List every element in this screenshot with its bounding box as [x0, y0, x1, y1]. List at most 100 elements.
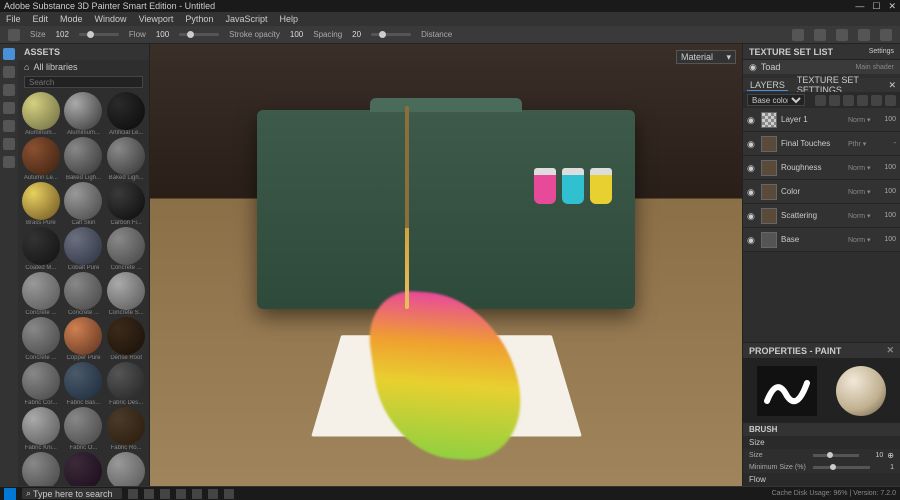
- settings-button[interactable]: Settings: [869, 48, 894, 55]
- layer-visibility-icon[interactable]: ◉: [747, 163, 757, 173]
- taskbar-search[interactable]: ⌕ Type here to search: [22, 488, 122, 499]
- material-item[interactable]: Concrete ...: [20, 317, 62, 361]
- stroke-opacity-value[interactable]: 100: [290, 30, 303, 39]
- material-item[interactable]: Carbon Fi...: [105, 182, 147, 226]
- menu-python[interactable]: Python: [185, 14, 213, 24]
- material-item[interactable]: Copper Pure: [63, 317, 105, 361]
- menu-mode[interactable]: Mode: [60, 14, 83, 24]
- material-item[interactable]: Autumn Le...: [20, 137, 62, 181]
- layer-blend-mode[interactable]: Norm ▾: [848, 188, 874, 196]
- layer-visibility-icon[interactable]: ◉: [747, 187, 757, 197]
- flow-value[interactable]: 100: [156, 30, 169, 39]
- material-item[interactable]: Fabric Sati...: [63, 452, 105, 486]
- layer-visibility-icon[interactable]: ◉: [747, 211, 757, 221]
- material-item[interactable]: Concrete ...: [20, 272, 62, 316]
- menu-window[interactable]: Window: [95, 14, 127, 24]
- layer-opacity[interactable]: -: [878, 140, 896, 147]
- windows-start-icon[interactable]: [4, 488, 16, 500]
- menu-edit[interactable]: Edit: [33, 14, 49, 24]
- layer-visibility-icon[interactable]: ◉: [747, 139, 757, 149]
- layer-blend-mode[interactable]: Pthr ▾: [848, 140, 874, 148]
- layer-row[interactable]: ◉ Scattering Norm ▾ 100: [743, 204, 900, 228]
- add-effect-icon[interactable]: [815, 95, 826, 106]
- layer-opacity[interactable]: 100: [878, 188, 896, 195]
- layer-row[interactable]: ◉ Color Norm ▾ 100: [743, 180, 900, 204]
- brush-size-slider[interactable]: [813, 454, 859, 457]
- clone-tool-icon[interactable]: [3, 138, 15, 150]
- size-value[interactable]: 102: [56, 30, 69, 39]
- menu-file[interactable]: File: [6, 14, 21, 24]
- eraser-tool-icon[interactable]: [3, 66, 15, 78]
- layer-name[interactable]: Roughness: [781, 163, 844, 172]
- menu-viewport[interactable]: Viewport: [139, 14, 174, 24]
- tab-layers[interactable]: LAYERS: [747, 80, 788, 91]
- flow-slider[interactable]: [179, 33, 219, 36]
- material-item[interactable]: Coated M...: [20, 227, 62, 271]
- spacing-slider[interactable]: [371, 33, 411, 36]
- material-item[interactable]: Calf Skin: [63, 182, 105, 226]
- material-item[interactable]: Fabric Kni...: [20, 407, 62, 451]
- taskbar-app-icon[interactable]: [176, 489, 186, 499]
- material-item[interactable]: Brass Pure: [20, 182, 62, 226]
- layer-visibility-icon[interactable]: ◉: [747, 235, 757, 245]
- add-layer-icon[interactable]: [843, 95, 854, 106]
- layer-row[interactable]: ◉ Layer 1 Norm ▾ 100: [743, 108, 900, 132]
- view-mode-icon[interactable]: [836, 29, 848, 41]
- symmetry-icon[interactable]: [792, 29, 804, 41]
- polygon-fill-icon[interactable]: [3, 102, 15, 114]
- close-icon[interactable]: ✕: [888, 1, 896, 12]
- pause-icon[interactable]: [814, 29, 826, 41]
- add-mask-icon[interactable]: [829, 95, 840, 106]
- taskbar-app-icon[interactable]: [208, 489, 218, 499]
- add-folder-icon[interactable]: [871, 95, 882, 106]
- material-item[interactable]: Concrete S...: [105, 272, 147, 316]
- link-icon[interactable]: ⊕: [887, 451, 894, 460]
- material-item[interactable]: Fabric Des...: [105, 362, 147, 406]
- layer-row[interactable]: ◉ Roughness Norm ▾ 100: [743, 156, 900, 180]
- layer-name[interactable]: Base: [781, 235, 844, 244]
- material-item[interactable]: Fabric Ro...: [105, 407, 147, 451]
- brush-tool-icon[interactable]: [8, 29, 20, 41]
- layer-visibility-icon[interactable]: ◉: [747, 115, 757, 125]
- panel-close-icon[interactable]: ✕: [886, 345, 894, 356]
- layer-row[interactable]: ◉ Final Touches Pthr ▾ -: [743, 132, 900, 156]
- layer-opacity[interactable]: 100: [878, 236, 896, 243]
- projection-tool-icon[interactable]: [3, 84, 15, 96]
- layer-blend-mode[interactable]: Norm ▾: [848, 236, 874, 244]
- channel-select[interactable]: Base color: [747, 94, 805, 106]
- taskbar-app-icon[interactable]: [128, 489, 138, 499]
- add-fill-layer-icon[interactable]: [857, 95, 868, 106]
- menu-help[interactable]: Help: [279, 14, 298, 24]
- maximize-icon[interactable]: ☐: [872, 1, 880, 12]
- spacing-value[interactable]: 20: [352, 30, 361, 39]
- viewport-3d[interactable]: Material ▾: [150, 44, 742, 486]
- material-item[interactable]: Baked Ligh...: [105, 137, 147, 181]
- layer-name[interactable]: Layer 1: [781, 115, 844, 124]
- layer-blend-mode[interactable]: Norm ▾: [848, 212, 874, 220]
- smudge-tool-icon[interactable]: [3, 120, 15, 132]
- render-icon[interactable]: [880, 29, 892, 41]
- material-item[interactable]: Aluminium...: [63, 92, 105, 136]
- layer-opacity[interactable]: 100: [878, 116, 896, 123]
- layer-row[interactable]: ◉ Base Norm ▾ 100: [743, 228, 900, 252]
- layer-opacity[interactable]: 100: [878, 164, 896, 171]
- material-item[interactable]: Artificial Le...: [105, 92, 147, 136]
- material-item[interactable]: Fabric Cor...: [20, 362, 62, 406]
- menu-javascript[interactable]: JavaScript: [225, 14, 267, 24]
- min-size-value[interactable]: 1: [874, 464, 894, 471]
- material-item[interactable]: Cobalt Pure: [63, 227, 105, 271]
- library-selector[interactable]: ⌂ All libraries: [18, 60, 149, 74]
- camera-icon[interactable]: [858, 29, 870, 41]
- material-picker-icon[interactable]: [3, 156, 15, 168]
- material-item[interactable]: Fabric O...: [63, 407, 105, 451]
- taskbar-app-icon[interactable]: [144, 489, 154, 499]
- texture-set-item[interactable]: ◉ Toad Main shader: [743, 60, 900, 74]
- material-item[interactable]: Fabric Sof...: [20, 452, 62, 486]
- taskbar-app-icon[interactable]: [224, 489, 234, 499]
- panel-close-icon[interactable]: ✕: [888, 80, 896, 91]
- delete-layer-icon[interactable]: [885, 95, 896, 106]
- material-item[interactable]: Dense Root: [105, 317, 147, 361]
- brush-size-value[interactable]: 10: [863, 452, 883, 459]
- paint-tool-icon[interactable]: [3, 48, 15, 60]
- material-dropdown[interactable]: Material ▾: [676, 50, 736, 64]
